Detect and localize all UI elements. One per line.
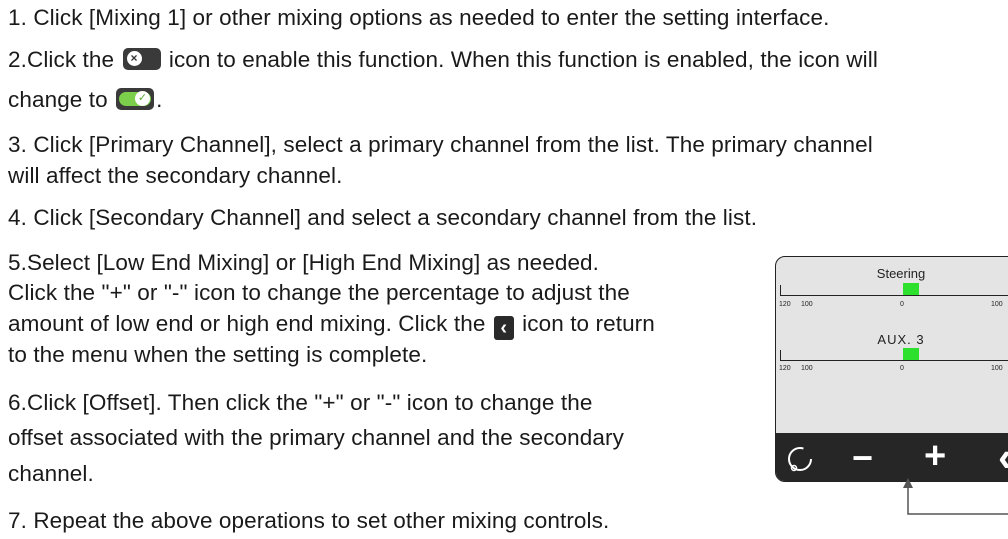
bar1-tick-left-outer: 120: [779, 301, 791, 308]
bar2-tick-right: 100: [991, 365, 1003, 372]
bar2-fill: [903, 348, 919, 360]
back-chevron-icon: ‹: [493, 316, 514, 340]
plus-button[interactable]: +: [924, 435, 946, 478]
bar2-title: AUX. 3: [877, 332, 925, 347]
bar2-tick-left-inner: 100: [801, 365, 813, 372]
bar2-track: [780, 348, 1008, 361]
step-6-line3: channel.: [8, 461, 94, 486]
bar1-tick-center: 0: [900, 301, 904, 308]
step-2-cont: change to ✓.: [8, 87, 162, 113]
step-2-text-a: 2.Click the: [8, 47, 115, 72]
bar1-fill: [903, 283, 919, 295]
step-5-line3: amount of low end or high end mixing. Cl…: [8, 311, 655, 340]
step-2-cont-text: change to: [8, 87, 108, 112]
step-5-line3-a: amount of low end or high end mixing. Cl…: [8, 311, 486, 336]
bar2-tick-center: 0: [900, 365, 904, 372]
back-button[interactable]: ‹: [998, 433, 1008, 481]
transmitter-screen: Steering 120 100 0 100 AUX. 3 120 100 0 …: [775, 256, 1008, 482]
step-5: 5.Select [Low End Mixing] or [High End M…: [8, 250, 600, 275]
bar1-title: Steering: [876, 266, 926, 281]
device-button-bar: − + ‹: [776, 433, 1008, 481]
step-2-period: .: [156, 87, 163, 112]
bar1-tick-left-inner: 100: [801, 301, 813, 308]
minus-button[interactable]: −: [852, 437, 873, 479]
toggle-off-icon: ×: [122, 48, 161, 70]
step-1: 1. Click [Mixing 1] or other mixing opti…: [8, 5, 830, 30]
refresh-icon[interactable]: [786, 445, 814, 473]
step-5-line3-b: icon to return: [522, 311, 655, 336]
pointer-arrow: [903, 478, 1008, 515]
bar1-track: [780, 283, 1008, 296]
step-7: 7. Repeat the above operations to set ot…: [8, 508, 610, 533]
step-2: 2.Click the × icon to enable this functi…: [8, 47, 878, 73]
step-5-line4: to the menu when the setting is complete…: [8, 342, 428, 367]
step-6: 6.Click [Offset]. Then click the "+" or …: [8, 390, 593, 415]
bar2-tick-left-outer: 120: [779, 365, 791, 372]
step-3: 3. Click [Primary Channel], select a pri…: [8, 132, 873, 157]
step-2-text-b: icon to enable this function. When this …: [168, 47, 878, 72]
bar1-tick-right: 100: [991, 301, 1003, 308]
toggle-on-icon: ✓: [116, 88, 155, 110]
step-3-cont: will affect the secondary channel.: [8, 163, 343, 188]
step-6-line2: offset associated with the primary chann…: [8, 425, 624, 450]
step-5-line2: Click the "+" or "-" icon to change the …: [8, 280, 630, 305]
step-4: 4. Click [Secondary Channel] and select …: [8, 205, 758, 230]
